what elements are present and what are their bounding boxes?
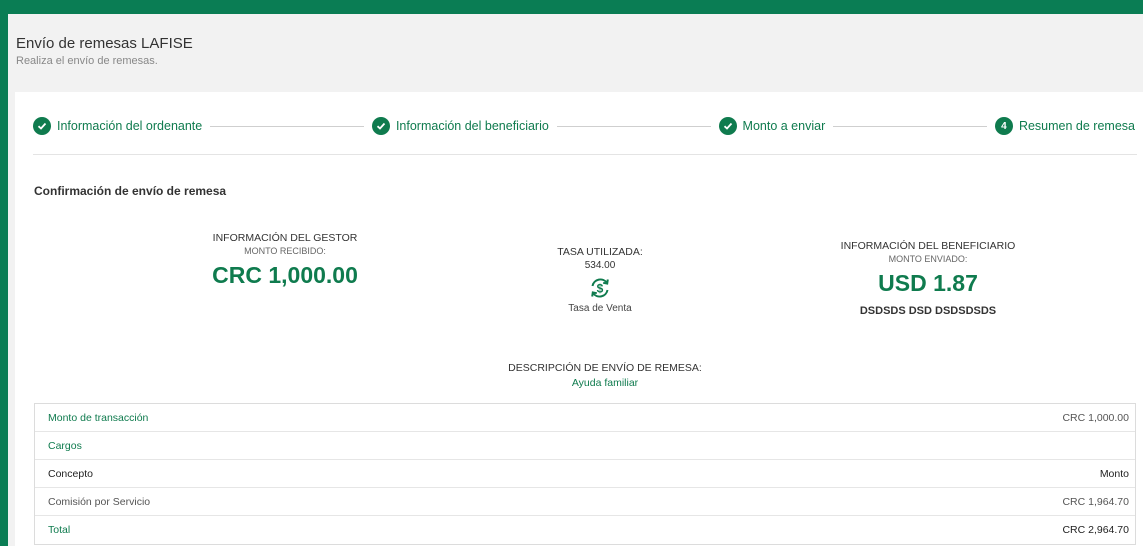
step-beneficiario[interactable]: Información del beneficiario [371, 117, 549, 135]
beneficiary-heading: INFORMACIÓN DEL BENEFICIARIO [840, 240, 1016, 252]
row-value: CRC 1,000.00 [1062, 411, 1129, 424]
step-connector [556, 125, 711, 127]
step-label: Monto a enviar [742, 119, 826, 133]
received-amount: CRC 1,000.00 [212, 262, 358, 288]
beneficiary-name: DSDSDS DSD DSDSDSDS [859, 305, 997, 317]
step-label: Información del ordenante [57, 119, 203, 133]
stepper: Información del ordenante Información de… [33, 116, 1135, 136]
step-resumen[interactable]: 4 Resumen de remesa [994, 117, 1135, 135]
description-value: Ayuda familiar [571, 377, 639, 389]
svg-text:$: $ [597, 282, 604, 296]
page-subtitle: Realiza el envío de remesas. [16, 55, 158, 67]
section-title: Confirmación de envío de remesa [34, 184, 227, 198]
rate-info: TASA UTILIZADA: 534.00 $ Tasa de Venta [520, 246, 680, 314]
beneficiary-info: INFORMACIÓN DEL BENEFICIARIO MONTO ENVIA… [823, 240, 1033, 317]
check-icon [718, 117, 737, 135]
summary-table: Monto de transacción CRC 1,000.00 Cargos… [34, 403, 1136, 545]
gestor-heading: INFORMACIÓN DEL GESTOR [212, 232, 358, 244]
description-heading: DESCRIPCIÓN DE ENVÍO DE REMESA: [508, 362, 702, 374]
row-label: Cargos [48, 439, 82, 452]
step-connector [833, 125, 987, 127]
page-header: Envío de remesas LAFISE Realiza el envío… [8, 14, 1143, 92]
page-title: Envío de remesas LAFISE [16, 35, 193, 52]
step-number-badge: 4 [994, 117, 1013, 135]
gestor-info: INFORMACIÓN DEL GESTOR MONTO RECIBIDO: C… [185, 232, 385, 289]
check-icon [371, 117, 390, 135]
gestor-sub: MONTO RECIBIDO: [244, 246, 326, 256]
table-row: Monto de transacción CRC 1,000.00 [35, 404, 1135, 432]
rate-caption: Tasa de Venta [568, 303, 632, 314]
row-value: CRC 1,964.70 [1062, 495, 1129, 508]
row-label: Comisión por Servicio [48, 495, 151, 508]
rate-heading: TASA UTILIZADA: [557, 246, 643, 258]
step-ordenante[interactable]: Información del ordenante [33, 117, 202, 135]
sent-amount: USD 1.87 [878, 270, 978, 296]
row-label: Concepto [48, 467, 93, 480]
row-label: Total [48, 524, 71, 536]
divider [33, 154, 1137, 155]
step-monto[interactable]: Monto a enviar [718, 117, 826, 135]
app-frame: Envío de remesas LAFISE Realiza el envío… [8, 14, 1143, 546]
rate-value: 534.00 [584, 260, 616, 271]
row-value: CRC 2,964.70 [1062, 524, 1129, 536]
step-label: Información del beneficiario [395, 119, 549, 133]
step-label: Resumen de remesa [1018, 119, 1135, 133]
table-row: Total CRC 2,964.70 [35, 516, 1135, 544]
content-card: Información del ordenante Información de… [15, 92, 1143, 546]
table-row: Cargos [35, 432, 1135, 460]
remittance-description: DESCRIPCIÓN DE ENVÍO DE REMESA: Ayuda fa… [485, 362, 725, 389]
row-value: Monto [1099, 467, 1129, 480]
row-label: Monto de transacción [48, 411, 149, 424]
table-row: Concepto Monto [35, 460, 1135, 488]
beneficiary-sub: MONTO ENVIADO: [888, 254, 968, 264]
check-icon [33, 117, 51, 135]
step-connector [210, 125, 364, 127]
currency-exchange-icon: $ [520, 276, 680, 300]
table-row: Comisión por Servicio CRC 1,964.70 [35, 488, 1135, 516]
